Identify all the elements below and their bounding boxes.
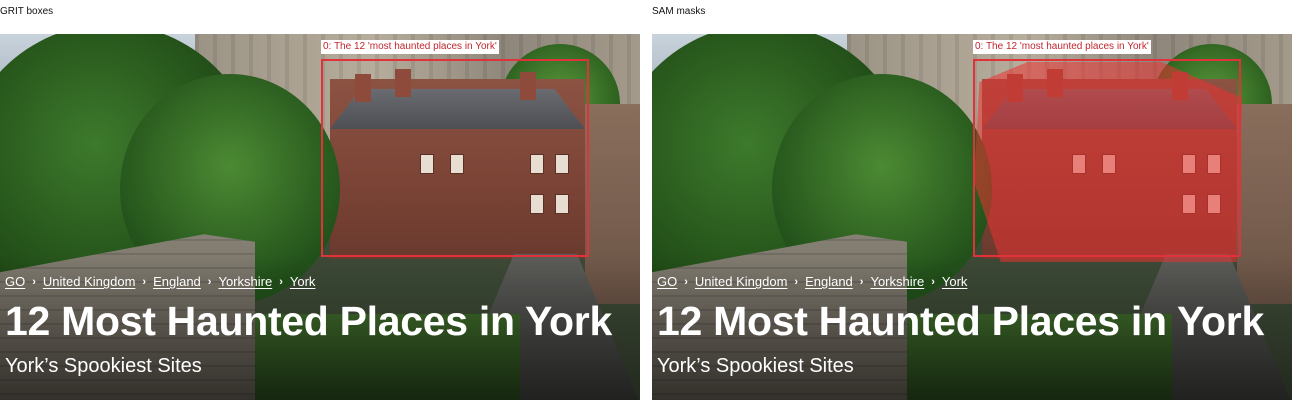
breadcrumb-yorkshire[interactable]: Yorkshire [218,274,272,289]
page-title: 12 Most Haunted Places in York [5,298,612,344]
panel-grit-boxes: 0: The 12 'most haunted places in York' … [0,34,640,400]
panel-title-sam: SAM masks [652,6,706,17]
breadcrumb-united-kingdom[interactable]: United Kingdom [695,274,788,289]
panel-title-grit: GRIT boxes [0,6,54,17]
chevron-right-icon: › [794,275,799,288]
breadcrumb: GO › United Kingdom › England › Yorkshir… [5,274,315,289]
page-subtitle: York’s Spookiest Sites [5,355,202,377]
chevron-right-icon: › [142,275,147,288]
breadcrumb-york[interactable]: York [290,274,316,289]
breadcrumb-england[interactable]: England [153,274,201,289]
breadcrumb-go[interactable]: GO [657,274,677,289]
sam-box-label: 0: The 12 'most haunted places in York' [973,40,1151,54]
page-subtitle: York’s Spookiest Sites [657,355,854,377]
chevron-right-icon: › [931,275,935,288]
grit-bounding-box [321,59,589,257]
sam-bounding-box [973,59,1241,257]
chevron-right-icon: › [684,275,688,288]
grit-box-label: 0: The 12 'most haunted places in York' [321,40,499,54]
chevron-right-icon: › [859,275,864,288]
breadcrumb-york[interactable]: York [942,274,968,289]
chevron-right-icon: › [207,275,212,288]
chevron-right-icon: › [32,275,36,288]
breadcrumb: GO › United Kingdom › England › Yorkshir… [657,274,967,289]
page-title: 12 Most Haunted Places in York [657,298,1264,344]
breadcrumb-united-kingdom[interactable]: United Kingdom [43,274,136,289]
panel-sam-masks: 0: The 12 'most haunted places in York' … [652,34,1292,400]
breadcrumb-go[interactable]: GO [5,274,25,289]
breadcrumb-yorkshire[interactable]: Yorkshire [870,274,924,289]
breadcrumb-england[interactable]: England [805,274,853,289]
chevron-right-icon: › [279,275,283,288]
